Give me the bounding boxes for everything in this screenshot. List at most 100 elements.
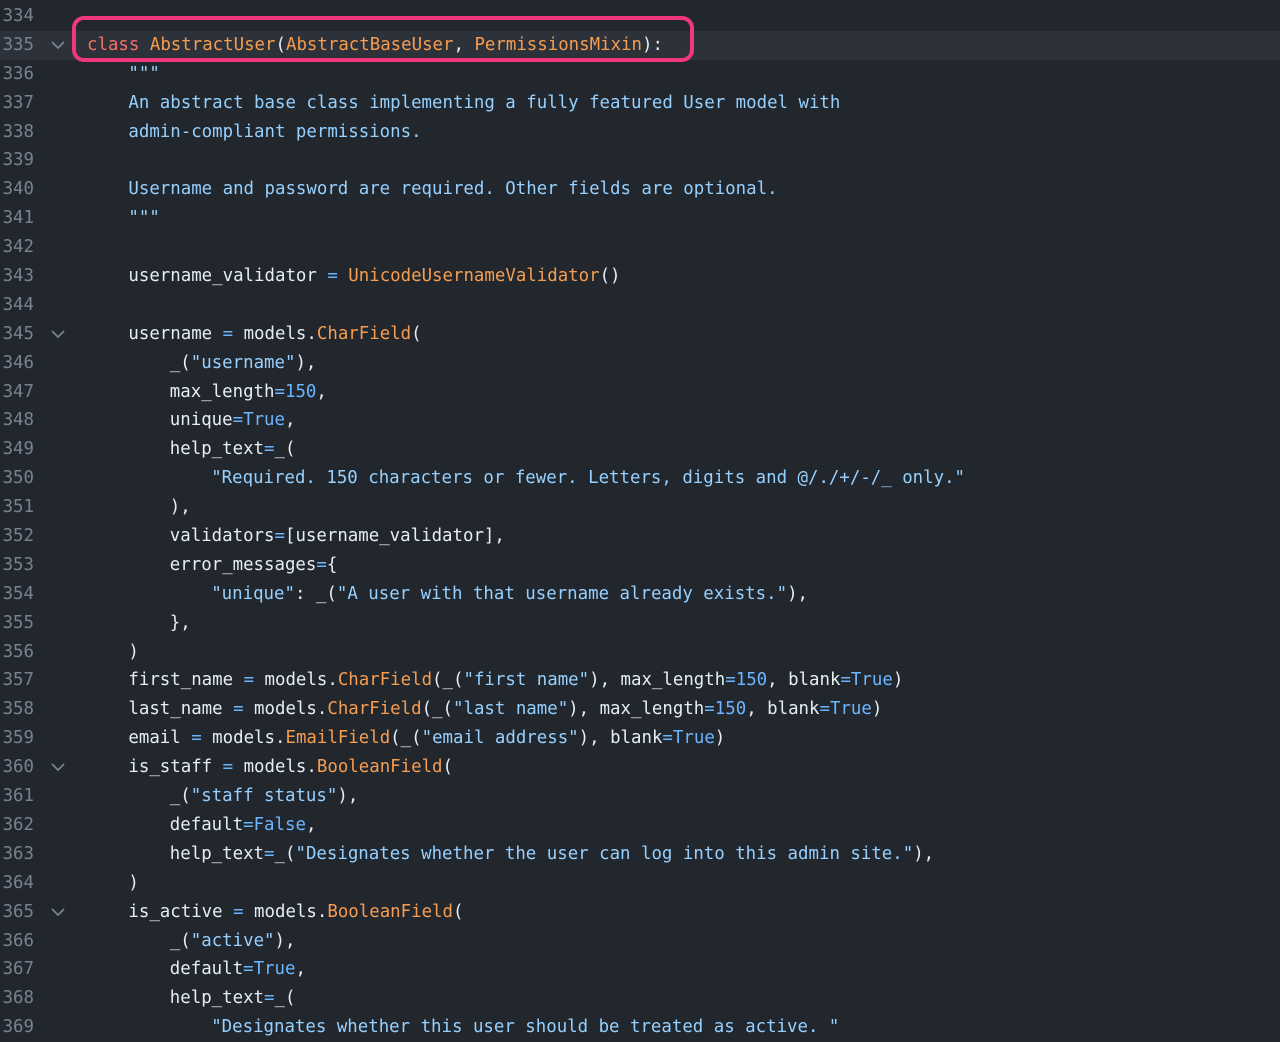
code-token: Username and password are required. Othe… xyxy=(128,179,778,200)
code-line[interactable]: 335 class AbstractUser(AbstractBaseUser, … xyxy=(0,30,1280,60)
code-token: = xyxy=(243,814,254,835)
line-number: 338 xyxy=(2,121,34,142)
code-token: True xyxy=(243,410,285,431)
code-token: """ xyxy=(128,208,160,229)
code-token: ), xyxy=(169,497,191,518)
code-line[interactable]: 350 "Required. 150 characters or fewer. L… xyxy=(0,464,1280,493)
code-line[interactable]: 366 _("active"), xyxy=(0,927,1280,956)
code-line[interactable]: 359 email = models.EmailField(_("email ad… xyxy=(0,724,1280,753)
line-number: 363 xyxy=(2,843,34,864)
code-line[interactable]: 365 is_active = models.BooleanField( xyxy=(0,898,1280,927)
code-line[interactable]: 360 is_staff = models.BooleanField( xyxy=(0,753,1280,782)
code-token: = xyxy=(243,670,255,691)
line-number: 341 xyxy=(2,208,34,229)
code-text: help_text=_("Designates whether the user… xyxy=(87,840,934,869)
code-line[interactable]: 358 last_name = models.CharField(_("last … xyxy=(0,695,1280,724)
code-line[interactable]: 368 help_text=_( xyxy=(0,984,1280,1013)
code-token: ), xyxy=(274,930,296,951)
code-token: , blank xyxy=(746,699,820,720)
code-line[interactable]: 357 first_name = models.CharField(_("firs… xyxy=(0,666,1280,695)
code-token: 150 xyxy=(735,670,768,691)
code-token: models. xyxy=(233,757,317,778)
code-token: ) xyxy=(128,872,139,893)
code-token: "username" xyxy=(190,352,296,373)
line-number: 354 xyxy=(2,583,34,604)
code-line[interactable]: 369 "Designates whether this user should … xyxy=(0,1013,1280,1042)
code-line[interactable]: 363 help_text=_("Designates whether the u… xyxy=(0,840,1280,869)
code-token: = xyxy=(819,699,830,720)
code-line[interactable]: 347 max_length=150, xyxy=(0,378,1280,407)
code-token: , xyxy=(295,959,306,980)
code-line[interactable]: 338 admin-compliant permissions. xyxy=(0,118,1280,147)
line-number: 347 xyxy=(2,381,34,402)
chevron-down-icon[interactable] xyxy=(49,753,67,782)
code-line[interactable]: 345 username = models.CharField( xyxy=(0,320,1280,349)
code-line[interactable]: 341 """ xyxy=(0,204,1280,233)
code-line[interactable]: 362 default=False, xyxy=(0,811,1280,840)
code-token: ), xyxy=(337,786,359,807)
code-line[interactable]: 343 username_validator = UnicodeUsernameV… xyxy=(0,262,1280,291)
code-line[interactable]: 339 xyxy=(0,146,1280,175)
code-token: ( xyxy=(442,757,453,778)
code-token: ( xyxy=(411,323,422,344)
code-line[interactable]: 353 error_messages={ xyxy=(0,551,1280,580)
code-token: ) xyxy=(128,641,139,662)
code-line[interactable]: 354 "unique": _("A user with that usernam… xyxy=(0,580,1280,609)
code-text: username = models.CharField( xyxy=(87,320,422,349)
code-text: is_staff = models.BooleanField( xyxy=(87,753,453,782)
code-line[interactable]: 337 An abstract base class implementing a… xyxy=(0,89,1280,118)
code-editor[interactable]: 334 335 class AbstractUser(AbstractBaseUse… xyxy=(0,2,1280,1042)
code-token: = xyxy=(233,699,244,720)
code-token: (_( xyxy=(432,670,464,691)
code-text: admin-compliant permissions. xyxy=(87,118,421,147)
code-token: ( xyxy=(275,34,286,55)
line-number: 346 xyxy=(2,352,34,373)
line-number: 359 xyxy=(2,728,34,749)
code-text: validators=[username_validator], xyxy=(87,522,505,551)
code-line[interactable]: 346 _("username"), xyxy=(0,349,1280,378)
code-token: username xyxy=(128,323,223,344)
code-token: CharField xyxy=(316,323,412,344)
line-number: 355 xyxy=(2,612,34,633)
chevron-down-icon[interactable] xyxy=(49,31,67,60)
code-token: False xyxy=(253,814,306,835)
code-line[interactable]: 348 unique=True, xyxy=(0,406,1280,435)
code-token: ) xyxy=(892,670,904,691)
code-line[interactable]: 340 Username and password are required. O… xyxy=(0,175,1280,204)
code-line[interactable]: 361 _("staff status"), xyxy=(0,782,1280,811)
line-number: 362 xyxy=(2,814,34,835)
code-token: = xyxy=(704,699,715,720)
code-line[interactable]: 349 help_text=_( xyxy=(0,435,1280,464)
code-token: max_length xyxy=(169,381,275,402)
code-token: _( xyxy=(274,843,296,864)
chevron-down-icon[interactable] xyxy=(49,320,67,349)
line-number: 367 xyxy=(2,959,34,980)
code-token: BooleanField xyxy=(327,901,453,922)
code-line[interactable]: 352 validators=[username_validator], xyxy=(0,522,1280,551)
code-token: = xyxy=(264,843,275,864)
code-token: CharField xyxy=(337,670,433,691)
code-token: = xyxy=(264,439,275,460)
code-token: BooleanField xyxy=(316,757,443,778)
code-token: help_text xyxy=(169,843,265,864)
code-text: help_text=_( xyxy=(87,435,296,464)
code-token: PermissionsMixin xyxy=(474,34,642,55)
code-token: is_staff xyxy=(128,757,223,778)
code-text: email = models.EmailField(_("email addre… xyxy=(87,724,725,753)
code-text: _("staff status"), xyxy=(87,782,359,811)
code-line[interactable]: 351), xyxy=(0,493,1280,522)
code-line[interactable]: 334 xyxy=(0,2,1280,31)
code-token: = xyxy=(233,901,244,922)
code-line[interactable]: 344 xyxy=(0,291,1280,320)
code-line[interactable]: 364) xyxy=(0,869,1280,898)
code-line[interactable]: 367 default=True, xyxy=(0,955,1280,984)
code-line[interactable]: 356) xyxy=(0,638,1280,667)
code-line[interactable]: 355}, xyxy=(0,609,1280,638)
code-text: max_length=150, xyxy=(87,378,327,407)
code-line[interactable]: 336 """ xyxy=(0,60,1280,89)
code-token: , xyxy=(316,381,327,402)
code-line[interactable]: 342 xyxy=(0,233,1280,262)
code-text: username_validator = UnicodeUsernameVali… xyxy=(87,262,620,291)
chevron-down-icon[interactable] xyxy=(49,898,67,927)
